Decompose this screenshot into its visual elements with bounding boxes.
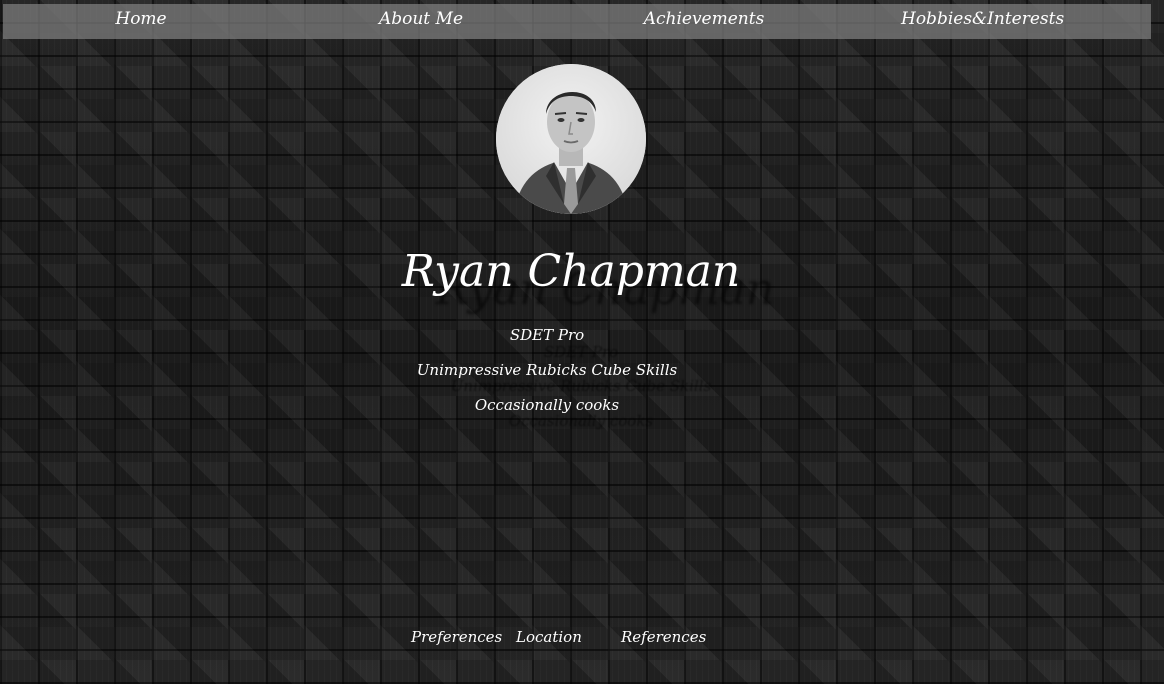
tagline-cooking: Occasionally cooks bbox=[474, 396, 620, 414]
tagline-role: SDET Pro bbox=[509, 326, 585, 344]
nav-home[interactable]: Home bbox=[100, 4, 182, 39]
profile-avatar bbox=[496, 64, 646, 214]
profile-name: Ryan Chapman bbox=[401, 246, 741, 297]
nav-about-me[interactable]: About Me bbox=[371, 4, 471, 39]
footer-link-references[interactable]: References bbox=[621, 627, 706, 647]
nav-achievements[interactable]: Achievements bbox=[639, 4, 769, 39]
profile-photo bbox=[496, 64, 646, 214]
tagline-rubiks: Unimpressive Rubicks Cube Skills bbox=[416, 361, 678, 379]
top-navbar: Home About Me Achievements Hobbies&Inter… bbox=[3, 4, 1151, 39]
nav-hobbies-interests[interactable]: Hobbies&Interests bbox=[901, 4, 1064, 39]
tagline-shadow: SDET Pro bbox=[543, 343, 619, 361]
footer-link-location[interactable]: Location bbox=[516, 627, 582, 647]
footer-link-preferences[interactable]: Preferences bbox=[411, 627, 502, 647]
